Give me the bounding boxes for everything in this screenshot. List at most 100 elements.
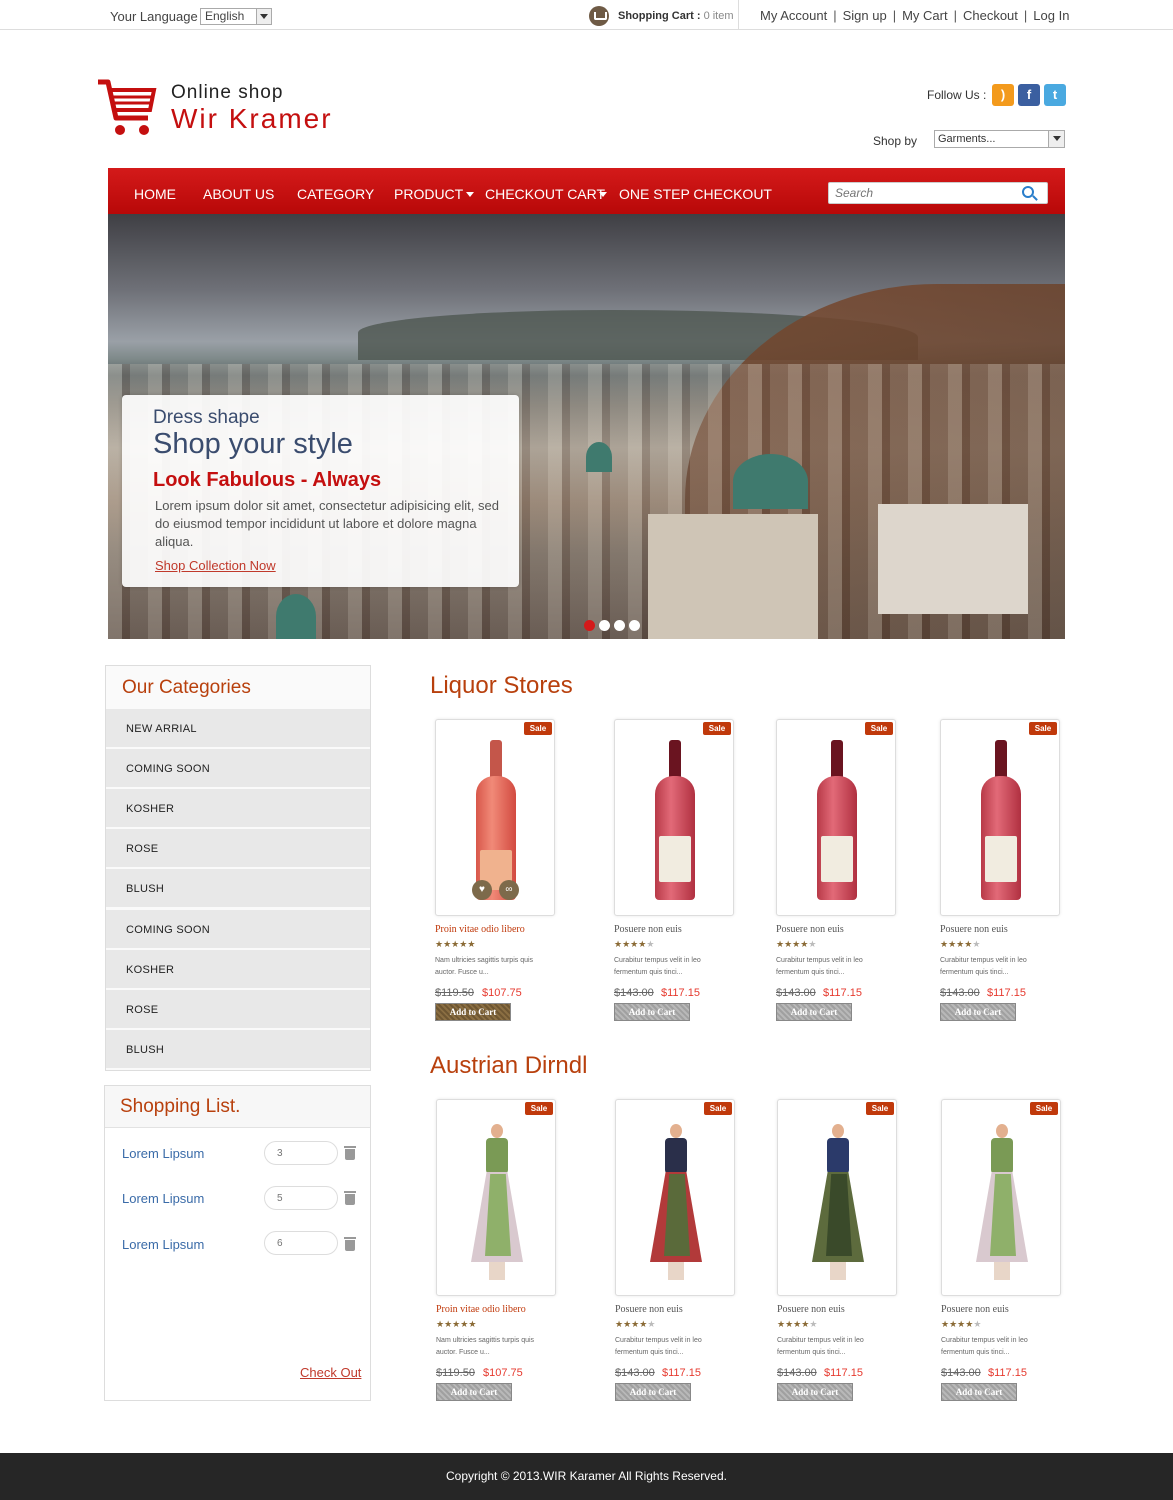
list-item-name[interactable]: Lorem Lipsum [122,1146,204,1161]
product-image[interactable] [941,1099,1061,1296]
list-item-name[interactable]: Lorem Lipsum [122,1237,204,1252]
shop-collection-link[interactable]: Shop Collection Now [155,558,276,573]
category-item[interactable]: ROSE [106,990,370,1028]
link-my-cart[interactable]: My Cart [902,8,948,23]
category-item[interactable]: BLUSH [106,1030,370,1068]
old-price: $143.00 [614,987,654,999]
copyright-text: Copyright © 2013.WIR Karamer All Rights … [446,1469,727,1483]
category-item[interactable]: BLUSH [106,869,370,907]
model-head [832,1124,844,1138]
star-icon: ★ [647,1319,656,1329]
language-select[interactable]: English [200,8,272,25]
twitter-icon[interactable]: t [1044,84,1066,106]
product-name[interactable]: Proin vitae odio libero [435,924,525,935]
product-name[interactable]: Posuere non euis [777,1304,845,1315]
star-icon: ★ [973,1319,982,1329]
shop-by-select[interactable]: Garments... [934,130,1065,148]
add-to-cart-button[interactable]: Add to Cart [614,1003,690,1021]
shopping-cart-logo-icon[interactable] [96,78,158,140]
link-sign-up[interactable]: Sign up [843,8,887,23]
shopping-cart-summary[interactable]: Shopping Cart : 0 item [618,10,734,22]
star-icon: ★ [444,1319,453,1329]
chevron-down-icon[interactable] [466,192,474,197]
cart-icon[interactable] [589,6,609,26]
heart-icon[interactable]: ♥ [472,880,492,900]
link-icon[interactable]: ∞ [499,880,519,900]
nav-about-us[interactable]: ABOUT US [203,168,274,214]
sale-badge: Sale [524,722,552,735]
add-to-cart-button[interactable]: Add to Cart [435,1003,511,1021]
slider-dot[interactable] [584,620,595,631]
product-image[interactable] [777,1099,897,1296]
bottle-label [821,836,853,882]
star-icon: ★ [467,939,476,949]
check-out-link[interactable]: Check Out [300,1365,361,1380]
link-my-account[interactable]: My Account [760,8,827,23]
sale-price: $117.15 [824,1367,863,1379]
slider-dot[interactable] [599,620,610,631]
product-image[interactable] [436,1099,556,1296]
quantity-input[interactable] [264,1186,338,1210]
logo-name[interactable]: Wir Kramer [171,103,333,135]
product-image[interactable] [776,719,896,916]
dirndl-dress-icon [467,1124,527,1289]
sale-badge: Sale [1030,1102,1058,1115]
nav-checkout-cart[interactable]: CHECKOUT CART [485,168,605,214]
product-name[interactable]: Proin vitae odio libero [436,1304,526,1315]
add-to-cart-button[interactable]: Add to Cart [615,1383,691,1401]
search-input[interactable] [828,182,1048,204]
rating-stars: ★★★★★ [614,939,654,950]
old-price: $119.50 [435,987,474,999]
product-description: Curabitur tempus velit in leo fermentum … [941,1337,1028,1356]
chevron-down-icon[interactable] [599,192,607,197]
slider-dot[interactable] [629,620,640,631]
logo-tagline: Online shop [171,82,284,103]
product-image[interactable] [940,719,1060,916]
sale-price: $117.15 [988,1367,1027,1379]
dress-bodice [991,1138,1013,1174]
add-to-cart-button[interactable]: Add to Cart [436,1383,512,1401]
product-name[interactable]: Posuere non euis [615,1304,683,1315]
add-to-cart-button[interactable]: Add to Cart [776,1003,852,1021]
rss-icon[interactable]: ) [992,84,1014,106]
add-to-cart-button[interactable]: Add to Cart [940,1003,1016,1021]
category-item[interactable]: NEW ARRIAL [106,709,370,747]
add-to-cart-button[interactable]: Add to Cart [941,1383,1017,1401]
nav-one-step-checkout[interactable]: ONE STEP CHECKOUT [619,168,772,214]
link-checkout[interactable]: Checkout [963,8,1018,23]
category-item[interactable]: COMING SOON [106,910,370,948]
category-item[interactable]: KOSHER [106,789,370,827]
link-log-in[interactable]: Log In [1033,8,1069,23]
nav-product[interactable]: PRODUCT [394,168,463,214]
trash-icon[interactable] [344,1146,356,1160]
list-item-name[interactable]: Lorem Lipsum [122,1191,204,1206]
nav-category[interactable]: CATEGORY [297,168,374,214]
trash-icon[interactable] [344,1191,356,1205]
hero-title: Shop your style [153,428,353,460]
wine-bottle-icon [979,740,1023,900]
facebook-icon[interactable]: f [1018,84,1040,106]
add-to-cart-button[interactable]: Add to Cart [777,1383,853,1401]
nav-home[interactable]: HOME [134,168,176,214]
product-name[interactable]: Posuere non euis [940,924,1008,935]
bottle-label [985,836,1017,882]
category-item[interactable]: KOSHER [106,950,370,988]
product-name[interactable]: Posuere non euis [614,924,682,935]
product-image[interactable] [614,719,734,916]
star-icon: ★ [615,1319,624,1329]
quantity-input[interactable] [264,1231,338,1255]
language-label: Your Language [110,9,198,24]
trash-icon[interactable] [344,1237,356,1251]
category-item[interactable]: ROSE [106,829,370,867]
star-icon: ★ [972,939,981,949]
product-name[interactable]: Posuere non euis [776,924,844,935]
category-item[interactable]: COMING SOON [106,749,370,787]
product-name[interactable]: Posuere non euis [941,1304,1009,1315]
star-icon: ★ [443,939,452,949]
search-icon[interactable] [1022,186,1034,198]
product-image[interactable] [615,1099,735,1296]
model-legs [994,1262,1010,1280]
slider-dot[interactable] [614,620,625,631]
old-price: $143.00 [776,987,816,999]
quantity-input[interactable] [264,1141,338,1165]
